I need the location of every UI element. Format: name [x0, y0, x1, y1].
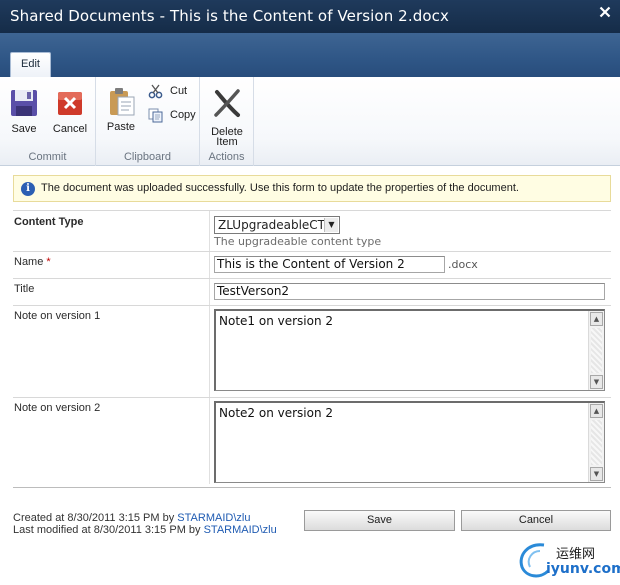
cut-button[interactable]: Cut	[148, 83, 187, 101]
save-button[interactable]: Save	[6, 87, 42, 135]
group-label-actions: Actions	[208, 151, 245, 163]
cancel-ribbon-button[interactable]: Cancel	[50, 87, 90, 135]
created-by-link[interactable]: STARMAID\zlu	[177, 512, 250, 524]
scroll-down-icon[interactable]: ▼	[590, 375, 603, 389]
form-divider	[13, 251, 611, 252]
tab-edit[interactable]: Edit	[10, 52, 51, 77]
save-button-footer[interactable]: Save	[304, 510, 455, 531]
dialog-title: Shared Documents - This is the Content o…	[10, 7, 449, 25]
scroll-up-icon[interactable]: ▲	[590, 312, 603, 326]
note2-scrollbar[interactable]: ▲ ▼	[588, 403, 604, 482]
delete-icon	[211, 87, 243, 119]
ribbon-group-clipboard: Paste Cut Copy Clipboard	[96, 77, 200, 166]
title-label: Title	[14, 283, 35, 295]
content-type-value: ZLUpgradeableCT	[218, 218, 326, 232]
form-divider	[13, 305, 611, 306]
copy-label: Copy	[170, 109, 196, 121]
note2-value: Note2 on version 2	[219, 406, 334, 420]
required-mark: *	[46, 256, 51, 268]
form-divider	[13, 210, 611, 211]
note1-textarea[interactable]: Note1 on version 2 ▲ ▼	[214, 309, 605, 391]
content-type-select[interactable]: ZLUpgradeableCT ▼	[214, 216, 340, 234]
watermark-logo: 运维网 iyunv.com	[512, 537, 620, 585]
info-icon: i	[21, 182, 35, 196]
scissors-icon	[148, 83, 164, 99]
modified-by-link[interactable]: STARMAID\zlu	[204, 524, 277, 536]
close-icon[interactable]	[599, 6, 611, 18]
title-input[interactable]: TestVerson2	[214, 283, 605, 300]
watermark-line2: iyunv.com	[546, 561, 620, 577]
ribbon-group-commit: Save Cancel Commit	[0, 77, 96, 166]
name-extension: .docx	[448, 258, 478, 271]
copy-button[interactable]: Copy	[148, 107, 196, 125]
form-divider	[13, 278, 611, 279]
modified-text: Last modified at 8/30/2011 3:15 PM by	[13, 524, 204, 536]
watermark-line1: 运维网	[556, 547, 596, 562]
created-info: Created at 8/30/2011 3:15 PM by STARMAID…	[13, 512, 250, 524]
cut-label: Cut	[170, 85, 188, 97]
created-text: Created at 8/30/2011 3:15 PM by	[13, 512, 178, 524]
save-icon	[8, 87, 40, 119]
scroll-down-icon[interactable]: ▼	[590, 467, 603, 481]
ribbon-group-actions: Delete Item Actions	[200, 77, 254, 166]
cancel-button-footer[interactable]: Cancel	[461, 510, 611, 531]
group-label-commit: Commit	[28, 151, 67, 163]
paste-icon	[105, 85, 137, 117]
upload-status-message: i The document was uploaded successfully…	[13, 175, 611, 202]
name-label: Name *	[14, 256, 51, 268]
delete-item-button[interactable]: Delete Item	[206, 87, 248, 148]
status-message-text: The document was uploaded successfully. …	[41, 182, 519, 194]
group-label-clipboard: Clipboard	[123, 151, 172, 163]
chevron-down-icon[interactable]: ▼	[324, 218, 338, 232]
scrollbar-track[interactable]	[591, 328, 602, 373]
copy-icon	[148, 107, 164, 123]
modified-info: Last modified at 8/30/2011 3:15 PM by ST…	[13, 524, 277, 536]
paste-button-label: Paste	[106, 121, 136, 133]
ribbon-tab-strip	[0, 33, 620, 77]
note1-value: Note1 on version 2	[219, 314, 334, 328]
note1-scrollbar[interactable]: ▲ ▼	[588, 311, 604, 390]
form-divider	[13, 397, 611, 398]
content-type-label: Content Type	[14, 216, 84, 228]
delete-label-line2: Item	[216, 136, 238, 148]
paste-button[interactable]: Paste	[104, 85, 138, 133]
save-button-label: Save	[11, 123, 37, 135]
form-bottom-divider	[13, 487, 611, 488]
name-input[interactable]: This is the Content of Version 2	[214, 256, 445, 273]
note1-label: Note on version 1	[14, 310, 101, 322]
scrollbar-track[interactable]	[591, 420, 602, 465]
cancel-ribbon-label: Cancel	[52, 123, 88, 135]
scroll-up-icon[interactable]: ▲	[590, 404, 603, 418]
note2-textarea[interactable]: Note2 on version 2 ▲ ▼	[214, 401, 605, 483]
content-type-description: The upgradeable content type	[214, 235, 382, 248]
cancel-icon	[54, 87, 86, 119]
note2-label: Note on version 2	[14, 402, 101, 414]
dialog-title-bar: Shared Documents - This is the Content o…	[0, 0, 620, 33]
